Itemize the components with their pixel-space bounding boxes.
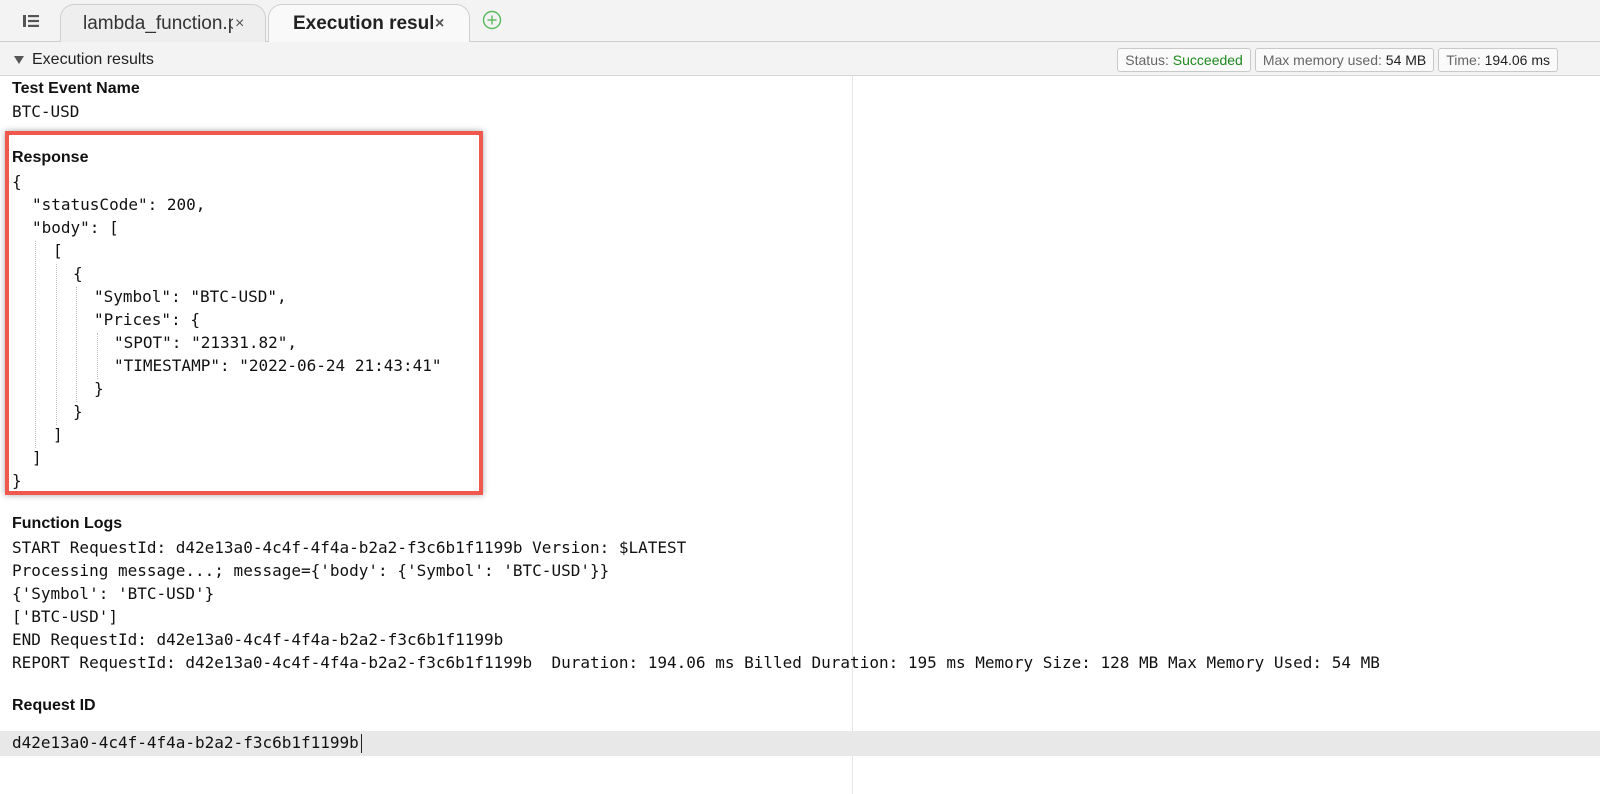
collapse-execution-results-toggle[interactable]: Execution results [14,51,154,69]
max-memory-label: Max memory used: [1262,52,1382,68]
indent-guide [35,241,36,448]
log-line: REPORT RequestId: d42e13a0-4c4f-4f4a-b2a… [12,653,1380,672]
test-event-heading: Test Event Name [12,80,140,97]
close-tab-icon[interactable]: × [235,15,244,33]
print-margin-divider [852,76,853,794]
json-line: } [12,471,22,490]
json-line: "body": [ [32,218,119,237]
log-line: END RequestId: d42e13a0-4c4f-4f4a-b2a2-f… [12,630,504,649]
collapse-caret-icon [14,56,24,64]
max-memory-badge: Max memory used: 54 MB [1254,48,1435,72]
request-id-text: d42e13a0-4c4f-4f4a-b2a2-f3c6b1f1199b [12,733,359,752]
indent-guide [97,333,98,379]
tab-menu-button[interactable] [14,8,48,34]
json-line: "Prices": { [94,310,200,329]
json-line: "SPOT": "21331.82", [114,333,298,352]
json-line: } [73,402,83,421]
time-label: Time: [1446,52,1481,68]
json-line: "TIMESTAMP": "2022-06-24 21:43:41" [114,356,442,375]
request-id-value[interactable]: d42e13a0-4c4f-4f4a-b2a2-f3c6b1f1199b [12,733,362,753]
log-line: Processing message...; message={'body': … [12,561,610,580]
execution-results-header: Execution results Status: Succeeded Max … [0,42,1600,76]
time-badge: Time: 194.06 ms [1438,48,1558,72]
tab-label: Execution results [293,12,433,34]
log-line: ['BTC-USD'] [12,607,118,626]
function-logs-heading: Function Logs [12,515,123,532]
response-heading: Response [12,149,89,166]
json-line: { [12,172,22,191]
editor-tab-bar: lambda_function.py × Execution results × [0,0,1600,42]
json-line: ] [53,425,63,444]
indent-guide [76,287,77,402]
section-title: Execution results [32,51,154,68]
log-line: {'Symbol': 'BTC-USD'} [12,584,215,603]
tab-lambda-function[interactable]: lambda_function.py × [60,4,266,42]
json-line: "Symbol": "BTC-USD", [94,287,287,306]
log-line: START RequestId: d42e13a0-4c4f-4f4a-b2a2… [12,538,687,557]
tab-execution-results[interactable]: Execution results × [268,4,470,42]
json-line: { [73,264,83,283]
status-value: Succeeded [1172,52,1243,68]
json-line: [ [53,241,63,260]
close-tab-icon[interactable]: × [435,15,444,33]
execution-results-content[interactable]: Test Event Name BTC-USD Response { "stat… [0,76,1600,794]
add-tab-icon[interactable] [482,10,502,30]
json-line: } [94,379,104,398]
request-id-heading: Request ID [12,697,96,714]
test-event-value: BTC-USD [12,102,80,121]
status-badges: Status: Succeeded Max memory used: 54 MB… [1117,48,1558,72]
time-value: 194.06 ms [1484,52,1550,68]
max-memory-value: 54 MB [1385,52,1427,68]
text-cursor [360,734,362,753]
json-line: ] [32,448,42,467]
status-label: Status: [1125,52,1169,68]
json-line: "statusCode": 200, [32,195,206,214]
indent-guide [56,264,57,425]
menu-icon [23,15,39,27]
status-badge: Status: Succeeded [1117,48,1251,72]
tab-label: lambda_function.py [83,12,233,34]
